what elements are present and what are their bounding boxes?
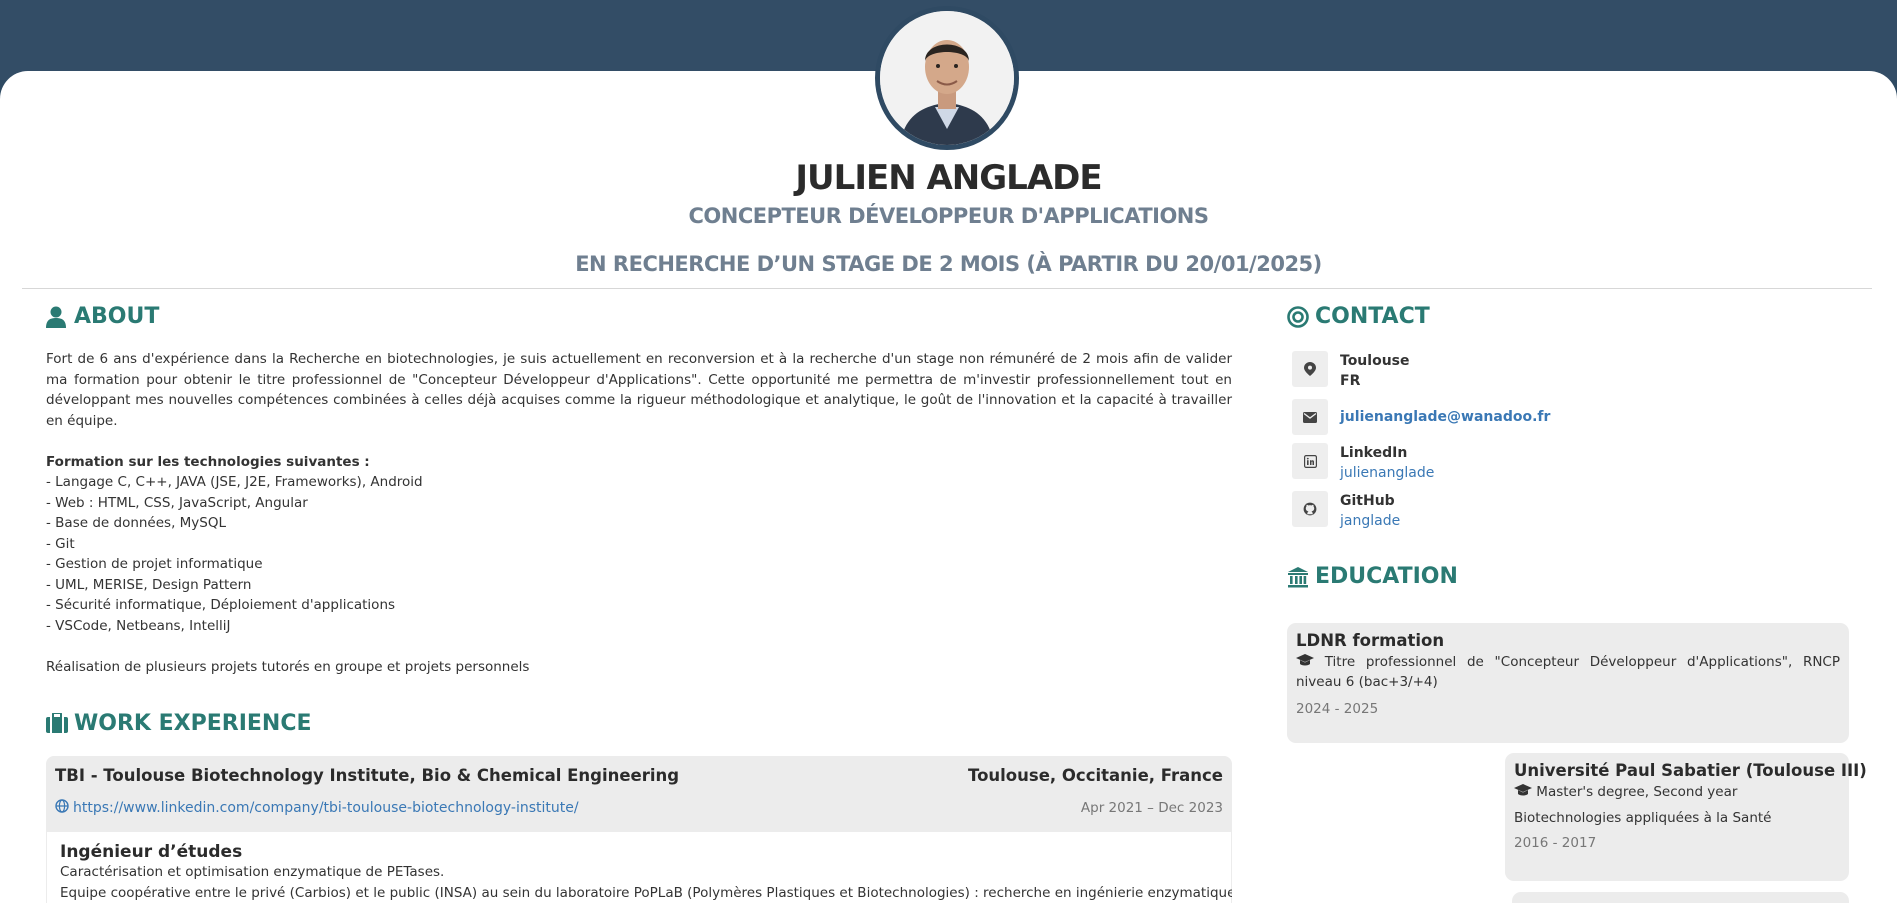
edu-school: Université Paul Sabatier (Toulouse III) [1514,761,1867,780]
contact-heading: CONTACT [1287,304,1430,329]
skill-item: - Gestion de projet informatique [46,556,263,572]
work-description: Caractérisation et optimisation enzymati… [60,864,445,880]
github-link[interactable]: janglade [1340,511,1400,531]
education-entry: Université Paul Sabatier (Toulouse III) … [1505,753,1867,881]
work-entry: TBI - Toulouse Biotechnology Institute, … [46,756,1232,903]
skill-item: - Web : HTML, CSS, JavaScript, Angular [46,494,308,511]
contact-email[interactable]: julienanglade@wanadoo.fr [1340,407,1550,427]
work-description: Equipe coopérative entre le privé (Carbi… [60,885,1232,901]
work-heading: WORK EXPERIENCE [46,711,312,736]
contact-list: Toulouse FR julienanglade@wanadoo.fr Lin… [1292,351,1852,539]
edu-degree-line: Titre professionnel de "Concepteur Dével… [1296,652,1840,692]
envelope-icon [1292,399,1328,435]
github-label: GitHub [1340,493,1395,509]
linkedin-icon [1292,443,1328,479]
about-outro: Réalisation de plusieurs projets tutorés… [46,658,530,675]
about-title: ABOUT [74,304,160,329]
edu-school: LDNR formation [1296,631,1445,650]
education-entry-partial [1512,892,1849,903]
university-icon [1287,566,1309,588]
contact-github-row: GitHub janglade [1292,491,1852,531]
edu-years: 2016 - 2017 [1514,835,1597,851]
bullseye-icon [1287,305,1309,328]
education-title: EDUCATION [1315,564,1458,589]
graduation-cap-icon [1514,784,1536,800]
skill-item: - UML, MERISE, Design Pattern [46,576,252,593]
linkedin-label: LinkedIn [1340,445,1408,461]
about-heading: ABOUT [46,304,159,329]
contact-location: Toulouse FR [1292,351,1852,391]
company-link[interactable]: https://www.linkedin.com/company/tbi-tou… [55,799,579,817]
globe-icon [55,799,69,817]
contact-title: CONTACT [1315,304,1430,329]
work-entry-body: Ingénieur d’études Caractérisation et op… [47,832,1232,903]
profile-photo-image [880,11,1014,145]
skill-item: - Sécurité informatique, Déploiement d'a… [46,597,396,613]
linkedin-link[interactable]: julienanglade [1340,463,1434,483]
skill-item: - Git [46,535,75,552]
work-title: WORK EXPERIENCE [74,711,312,736]
edu-years: 2024 - 2025 [1296,701,1379,717]
edu-field: Biotechnologies appliquées à la Santé [1514,810,1772,826]
header-divider [22,288,1872,289]
work-entry-header: TBI - Toulouse Biotechnology Institute, … [46,756,1232,832]
work-location: Toulouse, Occitanie, France [968,766,1223,785]
contact-city: Toulouse [1340,353,1410,369]
contact-linkedin-row: LinkedIn julienanglade [1292,443,1852,483]
map-marker-icon [1292,351,1328,387]
candidate-title: CONCEPTEUR DÉVELOPPEUR D'APPLICATIONS [688,204,1209,228]
edu-degree: Titre professionnel de "Concepteur Dével… [1296,654,1840,690]
cv-header: JULIEN ANGLADE CONCEPTEUR DÉVELOPPEUR D'… [0,158,1897,276]
skill-item: - VSCode, Netbeans, IntelliJ [46,617,231,634]
contact-country: FR [1340,373,1361,389]
skill-item: - Base de données, MySQL [46,515,227,531]
contact-email-row: julienanglade@wanadoo.fr [1292,399,1852,435]
edu-degree-line: Master's degree, Second year [1514,782,1840,802]
briefcase-icon [46,711,68,735]
edu-degree: Master's degree, Second year [1536,784,1738,800]
education-heading: EDUCATION [1287,564,1458,589]
profile-photo [875,6,1019,150]
user-icon [46,306,68,328]
company-url[interactable]: https://www.linkedin.com/company/tbi-tou… [73,800,579,816]
about-intro: Fort de 6 ans d'expérience dans la Reche… [46,351,1232,429]
github-icon [1292,491,1328,527]
work-dates: Apr 2021 – Dec 2023 [1080,800,1223,816]
work-role: Ingénieur d’études [60,842,243,862]
about-text: Fort de 6 ans d'expérience dans la Reche… [46,349,1232,677]
skills-heading: Formation sur les technologies suivantes… [46,453,370,470]
candidate-name: JULIEN ANGLADE [795,158,1102,198]
graduation-cap-icon [1296,654,1325,670]
internship-search: EN RECHERCHE D’UN STAGE DE 2 MOIS (À PAR… [575,252,1322,276]
education-entry: LDNR formation Titre professionnel de "C… [1287,623,1849,743]
skill-item: - Langage C, C++, JAVA (JSE, J2E, Framew… [46,474,423,490]
